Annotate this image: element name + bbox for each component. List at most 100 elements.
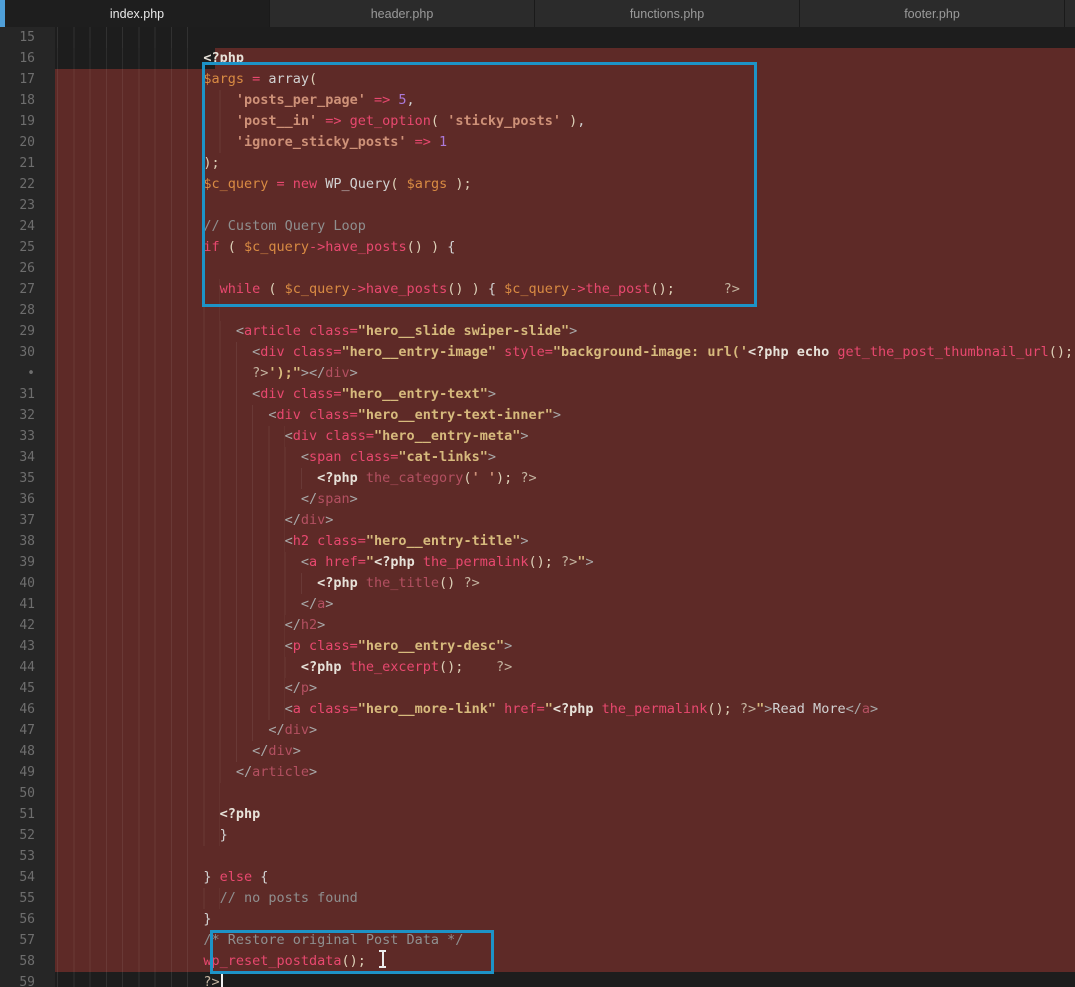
line-number: 58 — [19, 954, 35, 969]
code-line-32[interactable]: <div class="hero__entry-text-inner"> — [55, 405, 1075, 426]
line-number: 31 — [19, 387, 35, 402]
line-number: 32 — [19, 408, 35, 423]
code-line-45[interactable]: </p> — [55, 678, 1075, 699]
line-number: 44 — [19, 660, 35, 675]
line-number: 43 — [19, 639, 35, 654]
code-line-54[interactable]: } else { — [55, 867, 1075, 888]
code-line-53[interactable] — [55, 846, 1075, 867]
mouse-ibeam-cursor — [378, 950, 387, 968]
line-number: 38 — [19, 534, 35, 549]
code-line-text: <?php — [219, 806, 261, 822]
tab-bar-filler — [1065, 0, 1075, 27]
code-line-43[interactable]: <p class="hero__entry-desc"> — [55, 636, 1075, 657]
gutter-wrap-dot: • — [27, 366, 35, 381]
code-line-37[interactable]: </div> — [55, 510, 1075, 531]
line-number: 45 — [19, 681, 35, 696]
code-line-text: <?php the_excerpt(); ?> — [300, 659, 513, 675]
code-line-49[interactable]: </article> — [55, 762, 1075, 783]
line-number: 49 — [19, 765, 35, 780]
code-line-57[interactable]: /* Restore original Post Data */ — [55, 930, 1075, 951]
code-line-30[interactable]: <div class="hero__entry-image" style="ba… — [55, 342, 1075, 363]
code-line-34[interactable]: <span class="cat-links"> — [55, 447, 1075, 468]
code-line-31[interactable]: <div class="hero__entry-text"> — [55, 384, 1075, 405]
editor-tab-bar: index.php header.php functions.php foote… — [0, 0, 1075, 27]
code-line-29[interactable]: <article class="hero__slide swiper-slide… — [55, 321, 1075, 342]
code-line-text: <div class="hero__entry-text-inner"> — [268, 407, 561, 423]
tab-index-php[interactable]: index.php — [5, 0, 270, 27]
code-line-text: // no posts found — [219, 890, 358, 906]
code-line-52[interactable]: } — [55, 825, 1075, 846]
code-line-59[interactable]: ?> — [55, 972, 1075, 987]
code-line-58[interactable]: wp_reset_postdata(); — [55, 951, 1075, 972]
code-line-41[interactable]: </a> — [55, 594, 1075, 615]
line-number: 48 — [19, 744, 35, 759]
code-line-48[interactable]: </div> — [55, 741, 1075, 762]
line-number: 59 — [19, 975, 35, 987]
tab-functions-php[interactable]: functions.php — [535, 0, 800, 27]
code-line-text: ?>');"></div> — [252, 365, 358, 381]
code-line-text: </h2> — [284, 617, 326, 633]
line-number: 37 — [19, 513, 35, 528]
code-line-text: </article> — [235, 764, 318, 780]
line-number: 26 — [19, 261, 35, 276]
code-line-39[interactable]: <a href="<?php the_permalink(); ?>"> — [55, 552, 1075, 573]
code-line-text: } — [219, 827, 228, 843]
code-line-15[interactable] — [55, 27, 1075, 48]
code-editor-pane: 15 16 17 18 19 20 21 22 23 24 25 26 27 28 29 30 • 31 32 33 3… — [0, 27, 1075, 987]
code-line-text: </div> — [252, 743, 301, 759]
code-line-text: </span> — [300, 491, 358, 507]
code-line-text: </a> — [300, 596, 334, 612]
line-number: 47 — [19, 723, 35, 738]
gutter: 15 16 17 18 19 20 21 22 23 24 25 26 27 28 29 30 • 31 32 33 3… — [0, 27, 55, 987]
code-line-51[interactable]: <?php — [55, 804, 1075, 825]
code-line-33[interactable]: <div class="hero__entry-meta"> — [55, 426, 1075, 447]
line-number: 42 — [19, 618, 35, 633]
line-number: 33 — [19, 429, 35, 444]
code-line-text: <p class="hero__entry-desc"> — [284, 638, 513, 654]
annotation-box-query-block — [202, 62, 757, 307]
tab-footer-php[interactable]: footer.php — [800, 0, 1065, 27]
code-line-42[interactable]: </h2> — [55, 615, 1075, 636]
code-line-36[interactable]: </span> — [55, 489, 1075, 510]
code-editor-window: index.php header.php functions.php foote… — [0, 0, 1075, 987]
line-number: 16 — [19, 51, 35, 66]
code-line-56[interactable]: } — [55, 909, 1075, 930]
code-line-55[interactable]: // no posts found — [55, 888, 1075, 909]
code-line-46[interactable]: <a class="hero__more-link" href="<?php t… — [55, 699, 1075, 720]
code-line-40[interactable]: <?php the_title() ?> — [55, 573, 1075, 594]
annotation-box-reset-postdata — [210, 930, 494, 974]
line-number: 25 — [19, 240, 35, 255]
line-number: 20 — [19, 135, 35, 150]
code-line-text: <a href="<?php the_permalink(); ?>"> — [300, 554, 594, 570]
line-number: 55 — [19, 891, 35, 906]
line-number: 34 — [19, 450, 35, 465]
code-line-44[interactable]: <?php the_excerpt(); ?> — [55, 657, 1075, 678]
code-line-text: </div> — [284, 512, 334, 528]
code-line-47[interactable]: </div> — [55, 720, 1075, 741]
code-line-38[interactable]: <h2 class="hero__entry-title"> — [55, 531, 1075, 552]
line-number: 22 — [19, 177, 35, 192]
line-number: 39 — [19, 555, 35, 570]
tab-header-php[interactable]: header.php — [270, 0, 535, 27]
code-line-30-wrap[interactable]: ?>');"></div> — [55, 363, 1075, 384]
line-number: 40 — [19, 576, 35, 591]
line-number: 29 — [19, 324, 35, 339]
code-line-text: </div> — [268, 722, 318, 738]
code-line-50[interactable] — [55, 783, 1075, 804]
line-number: 57 — [19, 933, 35, 948]
code-line-text: <div class="hero__entry-meta"> — [284, 428, 529, 444]
code-line-text: /* Restore original Post Data */ — [203, 932, 464, 948]
code-line-text: <span class="cat-links"> — [300, 449, 496, 465]
line-number: 21 — [19, 156, 35, 171]
code-line-35[interactable]: <?php the_category(' '); ?> — [55, 468, 1075, 489]
line-number: 19 — [19, 114, 35, 129]
line-number: 17 — [19, 72, 35, 87]
line-number: 35 — [19, 471, 35, 486]
line-number: 41 — [19, 597, 35, 612]
code-line-text: <article class="hero__slide swiper-slide… — [235, 323, 578, 339]
code-line-text: } — [203, 911, 212, 927]
code-line-text: <?php the_category(' '); ?> — [317, 470, 537, 486]
line-number: 24 — [19, 219, 35, 234]
line-number: 50 — [19, 786, 35, 801]
code-line-text: <?php the_title() ?> — [317, 575, 480, 591]
